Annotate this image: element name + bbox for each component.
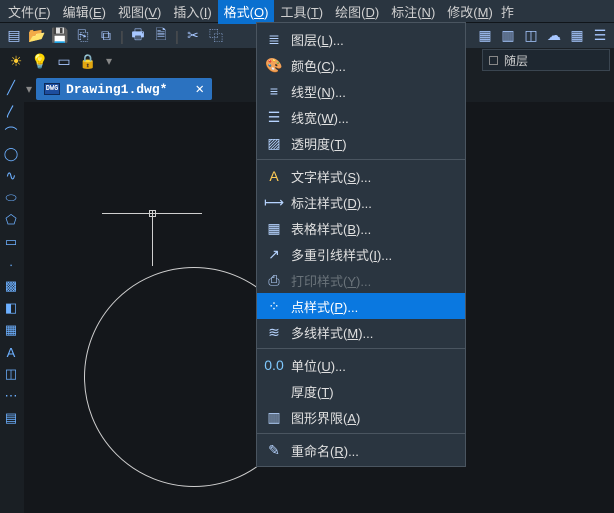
menu-file[interactable]: 文件(F) — [2, 0, 57, 24]
polygon-tool-icon[interactable]: ⬠ — [3, 212, 19, 228]
menu-item-limits[interactable]: ▥图形界限(A) — [257, 404, 465, 430]
open-icon[interactable]: 📂 — [27, 26, 47, 46]
plot-icon[interactable]: 🖶 — [128, 26, 148, 46]
menubar: 文件(F) 编辑(E) 视图(V) 插入(I) 格式(O) 工具(T) 绘图(D… — [0, 0, 614, 22]
pointstyle-icon: ⁘ — [263, 297, 285, 315]
menu-edit[interactable]: 编辑(E) — [57, 0, 112, 24]
linetype-icon: ≡ — [263, 82, 285, 100]
new-icon[interactable]: ▤ — [4, 26, 24, 46]
mlinestyle-icon: ≋ — [263, 323, 285, 341]
chevron-down-icon[interactable]: ▾ — [106, 54, 112, 68]
thickness-icon — [263, 382, 285, 400]
menu-annotate[interactable]: 标注(N) — [385, 0, 441, 24]
tool-b-icon[interactable]: ▥ — [498, 26, 518, 46]
block-tool-icon[interactable]: ◫ — [3, 366, 19, 382]
circle-tool-icon[interactable]: ◯ — [3, 146, 19, 162]
menu-item-rename[interactable]: ✎重命名(R)... — [257, 437, 465, 463]
pline-tool-icon[interactable]: 〳 — [3, 102, 19, 118]
menu-item-transparency[interactable]: ▨透明度(T) — [257, 130, 465, 156]
tabbar: ▾ DWG Drawing1.dwg* ✕ — [22, 78, 212, 100]
hatch-tool-icon[interactable]: ▩ — [3, 278, 19, 294]
tab-collapse-icon[interactable]: ▾ — [26, 82, 32, 96]
layer-combo[interactable]: 随层 — [482, 49, 610, 71]
menu-tools[interactable]: 工具(T) — [274, 0, 329, 24]
table-tool-icon[interactable]: ▦ — [3, 322, 19, 338]
sun-icon[interactable]: ☀ — [6, 51, 26, 71]
toolbar-sep: | — [119, 26, 125, 46]
menu-item-textstyle[interactable]: A文字样式(S)... — [257, 163, 465, 189]
units-icon: 0.0 — [263, 356, 285, 374]
menu-separator — [257, 348, 465, 349]
save-icon[interactable]: 💾 — [50, 26, 70, 46]
menu-item-color[interactable]: 🎨颜色(C)... — [257, 52, 465, 78]
tool-palette: ╱ 〳 ⌒ ◯ ∿ ⬭ ⬠ ▭ ∙ ▩ ◧ ▦ A ◫ ⋯ ▤ — [0, 74, 22, 513]
menu-item-mleaderstyle[interactable]: ↗多重引线样式(I)... — [257, 241, 465, 267]
region-tool-icon[interactable]: ◧ — [3, 300, 19, 316]
lock-icon[interactable]: 🔒 — [78, 51, 98, 71]
rename-icon: ✎ — [263, 441, 285, 459]
rect-tool-icon[interactable]: ▭ — [3, 234, 19, 250]
menu-item-thickness[interactable]: 厚度(T) — [257, 378, 465, 404]
text-tool-icon[interactable]: A — [3, 344, 19, 360]
tab-title: Drawing1.dwg* — [66, 82, 167, 97]
menu-modify[interactable]: 修改(M) — [441, 0, 499, 24]
menu-item-plotstyle: ⎙打印样式(Y)... — [257, 267, 465, 293]
menu-truncated[interactable]: 拃 — [499, 0, 516, 24]
ellipse-tool-icon[interactable]: ⬭ — [3, 190, 19, 206]
saveall-icon[interactable]: ⧉ — [96, 26, 116, 46]
transparency-icon: ▨ — [263, 134, 285, 152]
menu-separator — [257, 159, 465, 160]
pickbox — [149, 210, 156, 217]
menu-item-mlinestyle[interactable]: ≋多线样式(M)... — [257, 319, 465, 345]
lineweight-icon: ☰ — [263, 108, 285, 126]
dimstyle-icon: ⟼ — [263, 193, 285, 211]
palette-icon: 🎨 — [263, 56, 285, 74]
rect-icon[interactable]: ▭ — [54, 51, 74, 71]
toolbar-sep: | — [174, 26, 180, 46]
dwg-icon: DWG — [44, 83, 60, 95]
copy-icon[interactable]: ⿻ — [206, 26, 226, 46]
mleader-icon: ↗ — [263, 245, 285, 263]
plotstyle-icon: ⎙ — [263, 271, 285, 289]
menu-separator — [257, 433, 465, 434]
misc2-tool-icon[interactable]: ▤ — [3, 410, 19, 426]
format-menu-dropdown: ≣图层(L)... 🎨颜色(C)... ≡线型(N)... ☰线宽(W)... … — [256, 22, 466, 467]
line-tool-icon[interactable]: ╱ — [3, 80, 19, 96]
layer-color-swatch — [489, 56, 498, 65]
preview-icon[interactable]: 🗎 — [151, 26, 171, 46]
arc-tool-icon[interactable]: ⌒ — [3, 124, 19, 140]
tool-e-icon[interactable]: ▦ — [567, 26, 587, 46]
tool-c-icon[interactable]: ◫ — [521, 26, 541, 46]
drawing-tab[interactable]: DWG Drawing1.dwg* ✕ — [36, 78, 212, 100]
layers-icon: ≣ — [263, 30, 285, 48]
menu-item-lineweight[interactable]: ☰线宽(W)... — [257, 104, 465, 130]
menu-view[interactable]: 视图(V) — [112, 0, 167, 24]
textstyle-icon: A — [263, 167, 285, 185]
menu-item-tablestyle[interactable]: ▦表格样式(B)... — [257, 215, 465, 241]
tool-f-icon[interactable]: ☰ — [590, 26, 610, 46]
spline-tool-icon[interactable]: ∿ — [3, 168, 19, 184]
tablestyle-icon: ▦ — [263, 219, 285, 237]
crosshair-v — [152, 210, 153, 266]
misc-tool-icon[interactable]: ⋯ — [3, 388, 19, 404]
cut-icon[interactable]: ✂ — [183, 26, 203, 46]
limits-icon: ▥ — [263, 408, 285, 426]
close-icon[interactable]: ✕ — [195, 81, 203, 98]
menu-item-layer[interactable]: ≣图层(L)... — [257, 26, 465, 52]
menu-item-dimstyle[interactable]: ⟼标注样式(D)... — [257, 189, 465, 215]
menu-insert[interactable]: 插入(I) — [167, 0, 217, 24]
tool-a-icon[interactable]: ▦ — [475, 26, 495, 46]
saveas-icon[interactable]: ⎘ — [73, 26, 93, 46]
point-tool-icon[interactable]: ∙ — [3, 256, 19, 272]
tool-d-icon[interactable]: ☁ — [544, 26, 564, 46]
menu-item-linetype[interactable]: ≡线型(N)... — [257, 78, 465, 104]
bulb-icon[interactable]: 💡 — [30, 51, 50, 71]
menu-item-units[interactable]: 0.0单位(U)... — [257, 352, 465, 378]
menu-item-pointstyle[interactable]: ⁘点样式(P)... — [257, 293, 465, 319]
menu-draw[interactable]: 绘图(D) — [329, 0, 385, 24]
menu-format[interactable]: 格式(O) — [218, 0, 275, 24]
layer-combo-label: 随层 — [504, 52, 528, 69]
